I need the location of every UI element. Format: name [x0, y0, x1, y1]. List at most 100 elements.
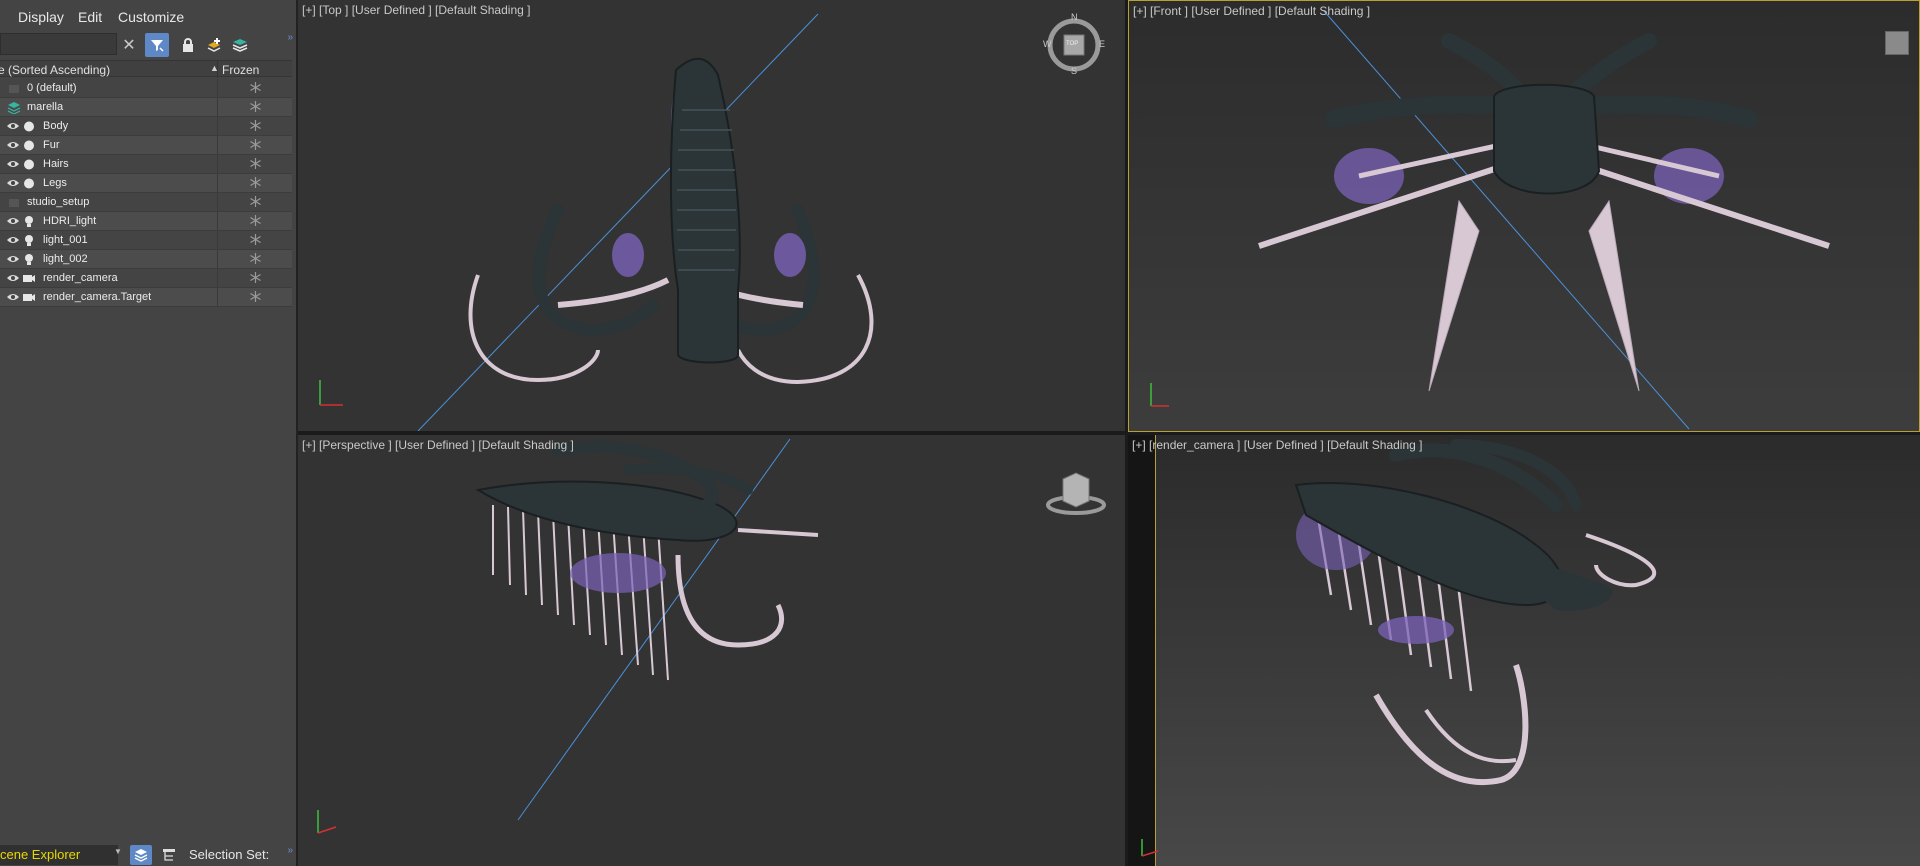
sort-by-layer-button[interactable] [130, 845, 152, 865]
light-bulb-icon [25, 254, 33, 265]
geometry-sphere-icon [24, 178, 34, 189]
hierarchy-icon [163, 849, 175, 861]
visibility-eye-icon[interactable] [7, 254, 19, 264]
scene-tree-row[interactable]: Hairs [0, 155, 292, 174]
column-divider [217, 98, 218, 117]
freeze-snowflake-icon[interactable] [249, 271, 262, 284]
sort-arrow-icon: ▲ [210, 63, 219, 73]
visibility-eye-icon[interactable] [7, 178, 19, 188]
column-divider [217, 79, 218, 98]
search-input[interactable] [0, 33, 117, 55]
freeze-snowflake-icon[interactable] [249, 233, 262, 246]
freeze-snowflake-icon[interactable] [249, 81, 262, 94]
dock-chevron-icon[interactable]: » [287, 32, 293, 43]
list-header: e (Sorted Ascending) ▲ Frozen [0, 60, 292, 78]
viewcube[interactable] [1043, 467, 1109, 517]
column-divider [217, 288, 218, 307]
scene-tree-row-label: light_001 [43, 234, 88, 246]
layers-icon [232, 39, 248, 52]
dock-chevron-icon[interactable]: » [287, 845, 293, 856]
light-bulb-icon [25, 216, 33, 227]
freeze-snowflake-icon[interactable] [249, 100, 262, 113]
visibility-eye-icon[interactable] [7, 121, 19, 131]
compass-e: E [1099, 39, 1106, 49]
clear-search-button[interactable]: ✕ [117, 33, 141, 57]
freeze-snowflake-icon[interactable] [249, 176, 262, 189]
layer-icon [9, 85, 19, 93]
app-window: Display Edit Customize ✕ » e (Sorted Asc… [0, 0, 1920, 866]
compass-w: W [1043, 39, 1052, 49]
scene-tree-row-label: studio_setup [27, 196, 90, 208]
viewport-top[interactable]: [+] [Top ] [User Defined ] [Default Shad… [298, 0, 1125, 431]
add-layer-icon [207, 38, 221, 52]
column-divider [217, 250, 218, 269]
scene-tree-row[interactable]: HDRI_light [0, 212, 292, 231]
column-divider [217, 174, 218, 193]
column-divider [217, 212, 218, 231]
camera-view-model [1294, 439, 1657, 786]
viewcube-compass[interactable]: N S E W TOP [1043, 12, 1106, 76]
scene-tree-row[interactable]: ›0 (default) [0, 79, 292, 98]
add-to-layer-button[interactable] [202, 33, 226, 57]
menu-customize[interactable]: Customize [118, 9, 184, 25]
axis-tripod-icon [1141, 839, 1159, 857]
freeze-snowflake-icon[interactable] [249, 195, 262, 208]
menu-display[interactable]: Display [18, 9, 64, 25]
freeze-snowflake-icon[interactable] [249, 252, 262, 265]
scene-tree-row-label: Body [43, 120, 69, 132]
viewport-label-front[interactable]: [+] [Front ] [User Defined ] [Default Sh… [1133, 4, 1370, 18]
scene-tree-row[interactable]: ›studio_setup [0, 193, 292, 212]
visibility-eye-icon[interactable] [7, 273, 19, 283]
viewport-label-camera[interactable]: [+] [render_camera ] [User Defined ] [De… [1132, 438, 1422, 452]
column-divider [217, 231, 218, 250]
column-frozen-header[interactable]: Frozen [222, 63, 259, 77]
scene-tree-row-label: render_camera [43, 272, 118, 284]
freeze-snowflake-icon[interactable] [249, 214, 262, 227]
column-divider [217, 155, 218, 174]
viewcube[interactable] [1885, 31, 1909, 55]
scene-tree-row[interactable]: light_002 [0, 250, 292, 269]
scene-tree-row-label: marella [27, 101, 64, 113]
viewport-label-perspective[interactable]: [+] [Perspective ] [User Defined ] [Defa… [302, 438, 574, 452]
sort-by-hierarchy-button[interactable] [158, 845, 180, 865]
freeze-snowflake-icon[interactable] [249, 119, 262, 132]
lock-icon [183, 38, 193, 52]
filter-toggle-button[interactable] [145, 33, 169, 57]
scene-tree-row[interactable]: render_camera [0, 269, 292, 288]
menu-bar: Display Edit Customize [0, 0, 296, 34]
scene-tree-row-label: render_camera.Target [43, 291, 152, 303]
viewport-front[interactable]: [+] [Front ] [User Defined ] [Default Sh… [1128, 0, 1920, 432]
viewport-camera[interactable]: [+] [render_camera ] [User Defined ] [De… [1128, 435, 1920, 866]
camera-icon [23, 275, 35, 282]
visibility-eye-icon[interactable] [7, 292, 19, 302]
lock-selection-button[interactable] [176, 33, 200, 57]
scene-tree-row-label: Legs [43, 177, 67, 189]
scene-tree-row[interactable]: light_001 [0, 231, 292, 250]
freeze-snowflake-icon[interactable] [249, 157, 262, 170]
front-view-model [1150, 10, 1830, 430]
scene-tree-row[interactable]: Body [0, 117, 292, 136]
dropdown-arrow-icon[interactable]: ▼ [114, 847, 122, 856]
visibility-eye-icon[interactable] [7, 159, 19, 169]
scene-tree-row-label: Fur [43, 139, 60, 151]
geometry-sphere-icon [24, 140, 34, 151]
scene-tree-row[interactable]: render_camera.Target [0, 288, 292, 307]
column-name-header[interactable]: e (Sorted Ascending) [0, 63, 110, 77]
viewport-perspective[interactable]: [+] [Perspective ] [User Defined ] [Defa… [298, 435, 1125, 866]
column-divider [217, 136, 218, 155]
viewcube-face-label: TOP [1066, 41, 1079, 47]
scene-explorer-selector[interactable]: cene Explorer [0, 845, 118, 865]
layers-button[interactable] [228, 33, 252, 57]
compass-s: S [1071, 66, 1078, 76]
visibility-eye-icon[interactable] [7, 235, 19, 245]
selection-set-label: Selection Set: [189, 847, 270, 862]
visibility-eye-icon[interactable] [7, 216, 19, 226]
scene-tree-row[interactable]: Legs [0, 174, 292, 193]
scene-tree-row[interactable]: ›marella [0, 98, 292, 117]
viewport-label-top[interactable]: [+] [Top ] [User Defined ] [Default Shad… [302, 3, 530, 17]
visibility-eye-icon[interactable] [7, 140, 19, 150]
freeze-snowflake-icon[interactable] [249, 138, 262, 151]
scene-tree-row[interactable]: Fur [0, 136, 292, 155]
freeze-snowflake-icon[interactable] [249, 290, 262, 303]
menu-edit[interactable]: Edit [78, 9, 102, 25]
